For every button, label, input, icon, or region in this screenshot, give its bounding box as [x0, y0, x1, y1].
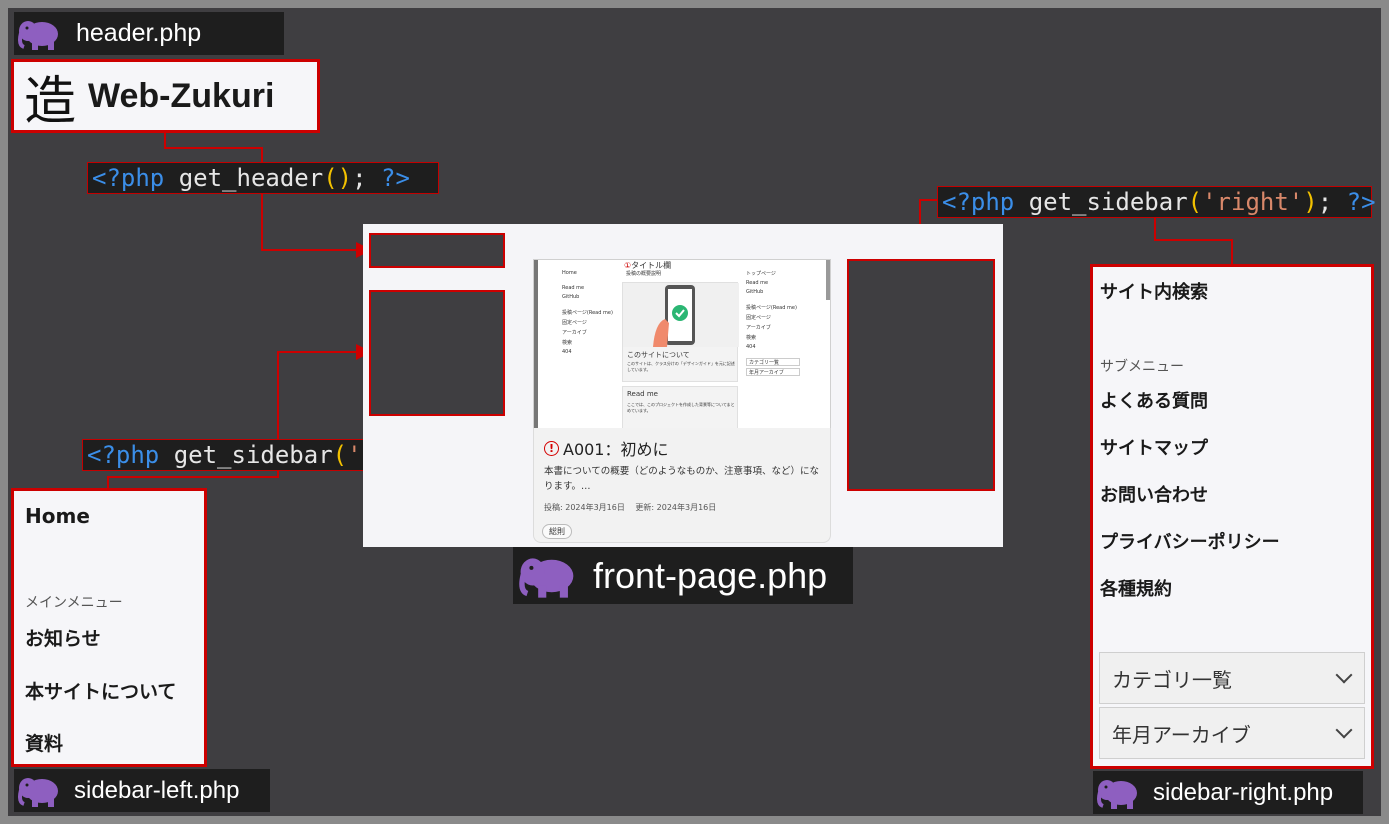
- preview-header-slot: [369, 233, 505, 268]
- preview-left-nav-item[interactable]: 404: [562, 349, 612, 355]
- elephant-icon: [1093, 776, 1145, 810]
- get-header-code: <?php get_header(); ?>: [87, 162, 439, 194]
- kanji-logo: 造: [24, 71, 77, 132]
- sidebar-item-terms[interactable]: 各種規約: [1100, 575, 1172, 601]
- elephant-icon: [14, 774, 66, 808]
- article-excerpt: 本書についての概要（どのようなものか、注意事項、など）になります。…: [544, 466, 820, 492]
- category-select[interactable]: カテゴリ一覧: [1099, 652, 1365, 704]
- article-title-row: ! A001：初めに: [544, 436, 669, 460]
- preview-right-sidebar-slot: [847, 259, 995, 491]
- front-page-file-label: front-page.php: [513, 547, 853, 604]
- connector-left-sidebar-to-preview: [277, 344, 372, 439]
- sidebar-item-news[interactable]: お知らせ: [25, 624, 101, 651]
- preview-right-nav: トップページ Read me GitHub 投稿ページ(Read me) 固定ペ…: [746, 270, 816, 376]
- site-search-label[interactable]: サイト内検索: [1100, 278, 1208, 304]
- preview-screenshot: ①タイトル欄 投稿の概要説明 Home Read me GitHub 投稿ページ…: [533, 259, 831, 429]
- preview-left-sidebar-slot: [369, 290, 505, 416]
- preview-card-readme[interactable]: Read me ここでは、このプロジェクトを作成した背景等についてまとめています…: [622, 386, 738, 428]
- chevron-down-icon: [1335, 666, 1353, 684]
- archive-select-value: 年月アーカイブ: [1112, 722, 1251, 747]
- preview-scrollbar-left: [534, 260, 538, 428]
- preview-right-nav-item[interactable]: GitHub: [746, 289, 816, 295]
- header-file-name: header.php: [76, 19, 202, 47]
- sidebar-item-about[interactable]: 本サイトについて: [25, 677, 176, 704]
- preview-left-nav-item[interactable]: Read me: [562, 285, 612, 291]
- preview-select[interactable]: 年月アーカイブ: [746, 368, 800, 376]
- preview-right-nav-item[interactable]: アーカイブ: [746, 324, 816, 331]
- connector-right-code-to-panel: [1154, 216, 1233, 264]
- preview-left-nav-item[interactable]: アーカイブ: [562, 329, 612, 336]
- archive-select[interactable]: 年月アーカイブ: [1099, 707, 1365, 759]
- preview-card-about[interactable]: このサイトについて このサイトは、クラス分けの「デザインガイド」を元に記述してい…: [622, 282, 739, 382]
- sidebar-item-privacy[interactable]: プライバシーポリシー: [1100, 528, 1280, 554]
- preview-right-nav-item[interactable]: Read me: [746, 280, 816, 286]
- connector-header-to-preview: [261, 194, 372, 258]
- category-select-value: カテゴリ一覧: [1112, 667, 1232, 692]
- elephant-icon: [14, 17, 66, 51]
- phone-check-icon: [623, 283, 739, 347]
- connector-left-code-to-panel: [107, 469, 279, 488]
- chevron-down-icon: [1335, 721, 1353, 739]
- preview-left-nav-item[interactable]: GitHub: [562, 294, 612, 300]
- sidebar-item-documents[interactable]: 資料: [25, 729, 63, 756]
- preview-left-nav-item[interactable]: Home: [562, 270, 612, 276]
- preview-card2-text: ここでは、このプロジェクトを作成した背景等についてまとめています。: [627, 402, 735, 413]
- sidebar-left-file-name: sidebar-left.php: [74, 776, 240, 804]
- preview-right-nav-item[interactable]: 固定ページ: [746, 314, 816, 321]
- connector-logo-to-header-code: [164, 133, 263, 162]
- preview-card2-title: Read me: [627, 390, 658, 398]
- preview-right-nav-item[interactable]: 投稿ページ(Read me): [746, 304, 816, 311]
- get-sidebar-right-code: <?php get_sidebar('right'); ?>: [937, 186, 1376, 218]
- preview-left-nav-item[interactable]: 投稿ページ(Read me): [562, 309, 613, 316]
- preview-title-sub: 投稿の概要説明: [626, 271, 662, 277]
- sidebar-right-file-name: sidebar-right.php: [1153, 778, 1334, 806]
- preview-scrollbar[interactable]: [826, 260, 830, 300]
- article-card[interactable]: ! A001：初めに 本書についての概要（どのようなものか、注意事項、など）にな…: [533, 428, 831, 543]
- main-menu-heading: メインメニュー: [25, 595, 123, 611]
- sidebar-left-file-label: sidebar-left.php: [14, 769, 270, 812]
- alert-circle-icon: !: [544, 440, 559, 456]
- preview-left-nav-item[interactable]: 固定ページ: [562, 319, 612, 326]
- article-meta: 投稿: 2024年3月16日 更新: 2024年3月16日: [544, 503, 717, 512]
- preview-right-nav-item[interactable]: 検索: [746, 334, 816, 341]
- preview-right-nav-item[interactable]: 404: [746, 344, 816, 350]
- sidebar-right-panel: サイト内検索 サブメニュー よくある質問 サイトマップ お問い合わせ プライバシ…: [1090, 264, 1374, 769]
- article-tag[interactable]: 総則: [542, 524, 572, 539]
- preview-card1-text: このサイトは、クラス分けの「デザインガイド」を元に記述しています。: [627, 361, 735, 372]
- article-title[interactable]: A001：初めに: [563, 436, 669, 460]
- header-file-label: header.php: [14, 12, 284, 55]
- submenu-heading: サブメニュー: [1100, 359, 1184, 375]
- preview-left-nav-item[interactable]: 検索: [562, 339, 612, 346]
- preview-left-nav: Home Read me GitHub 投稿ページ(Read me) 固定ページ…: [562, 270, 613, 355]
- sidebar-right-file-label: sidebar-right.php: [1093, 771, 1363, 814]
- preview-right-nav-item[interactable]: トップページ: [746, 270, 816, 277]
- front-page-preview: ①タイトル欄 投稿の概要説明 Home Read me GitHub 投稿ページ…: [363, 224, 1003, 547]
- preview-card1-title: このサイトについて: [627, 351, 690, 359]
- sidebar-left-panel: Home メインメニュー お知らせ 本サイトについて 資料: [11, 488, 207, 767]
- sidebar-item-contact[interactable]: お問い合わせ: [1100, 481, 1208, 507]
- logo-text: Web-Zukuri: [88, 76, 275, 115]
- preview-select[interactable]: カテゴリ一覧: [746, 358, 800, 366]
- sidebar-item-faq[interactable]: よくある質問: [1100, 387, 1208, 413]
- site-logo[interactable]: 造 Web-Zukuri: [11, 59, 320, 133]
- elephant-icon: [513, 553, 585, 599]
- front-page-file-name: front-page.php: [593, 554, 828, 596]
- sidebar-item-sitemap[interactable]: サイトマップ: [1100, 434, 1208, 460]
- sidebar-item-home[interactable]: Home: [25, 504, 90, 528]
